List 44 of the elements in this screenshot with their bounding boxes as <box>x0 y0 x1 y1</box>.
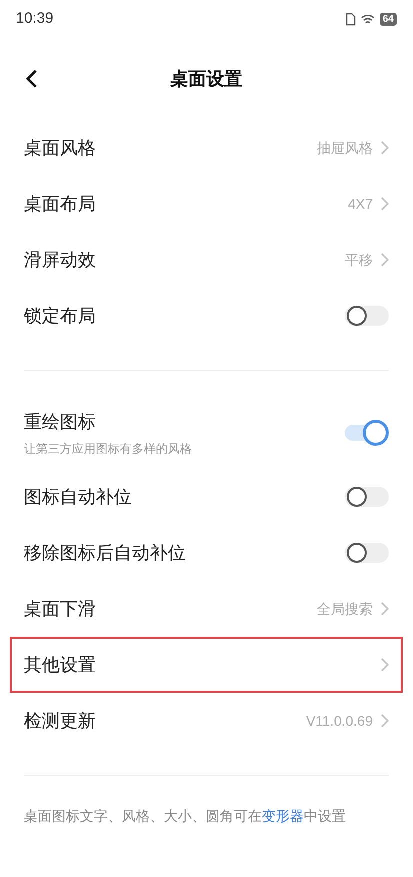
settings-row[interactable]: 检测更新 V11.0.0.69 <box>10 693 403 749</box>
chevron-right-icon <box>381 714 389 728</box>
settings-row[interactable]: 重绘图标 让第三方应用图标有多样的风格 <box>10 397 403 469</box>
sim-icon <box>346 12 356 26</box>
row-label: 图标自动补位 <box>24 486 133 508</box>
row-subtitle: 让第三方应用图标有多样的风格 <box>24 440 193 458</box>
row-value: V11.0.0.69 <box>306 712 373 730</box>
row-value: 平移 <box>345 250 373 270</box>
footer-note: 桌面图标文字、风格、大小、圆角可在变形器中设置 <box>23 807 347 826</box>
back-icon[interactable] <box>26 69 38 89</box>
settings-row[interactable]: 桌面下滑 全局搜索 <box>10 581 403 637</box>
row-label: 重绘图标 <box>24 410 97 434</box>
settings-row[interactable]: 图标自动补位 <box>10 469 403 525</box>
page-title: 桌面设置 <box>170 68 242 90</box>
chevron-right-icon <box>381 602 389 616</box>
row-value: 4X7 <box>348 194 373 214</box>
row-label: 移除图标后自动补位 <box>24 542 187 564</box>
row-label: 桌面布局 <box>24 192 97 216</box>
row-value: 全局搜索 <box>317 600 373 618</box>
row-label: 其他设置 <box>24 654 97 676</box>
battery-level: 64 <box>380 12 397 26</box>
row-label: 桌面下滑 <box>24 598 97 620</box>
chevron-right-icon <box>381 141 389 155</box>
row-label: 检测更新 <box>24 710 97 732</box>
morpher-link[interactable]: 变形器 <box>262 808 304 824</box>
settings-row[interactable]: 桌面布局 4X7 <box>10 176 403 232</box>
settings-row[interactable]: 锁定布局 <box>10 288 403 344</box>
status-time: 10:39 <box>16 8 54 29</box>
row-label: 滑屏动效 <box>24 248 97 272</box>
chevron-right-icon <box>381 253 389 267</box>
chevron-right-icon <box>381 658 389 672</box>
row-label: 桌面风格 <box>24 136 97 160</box>
row-label: 锁定布局 <box>24 304 97 328</box>
settings-row[interactable]: 滑屏动效 平移 <box>10 232 403 288</box>
toggle-switch[interactable] <box>345 420 389 446</box>
settings-row[interactable]: 其他设置 <box>10 637 403 693</box>
settings-row[interactable]: 桌面风格 抽屉风格 <box>10 120 403 176</box>
row-value: 抽屉风格 <box>317 138 373 158</box>
toggle-switch[interactable] <box>345 484 389 510</box>
wifi-icon <box>360 14 375 24</box>
toggle-switch[interactable] <box>345 303 389 329</box>
toggle-switch[interactable] <box>345 540 389 566</box>
chevron-right-icon <box>381 197 389 211</box>
settings-row[interactable]: 移除图标后自动补位 <box>10 525 403 581</box>
